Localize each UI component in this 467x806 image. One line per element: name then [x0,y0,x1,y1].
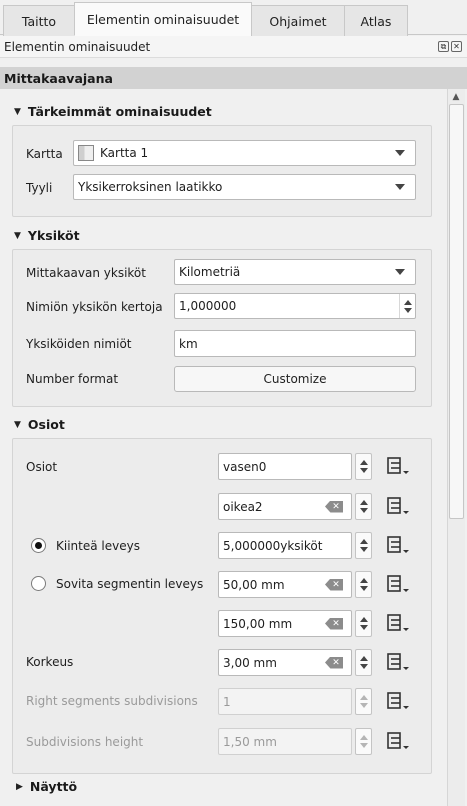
multiplier-value: 1,000000 [179,299,237,313]
label-units-value: km [179,336,198,351]
right-subdivisions-spin[interactable] [355,688,372,715]
chevron-down-icon [395,269,405,275]
scroll-up-icon[interactable]: ▲ [450,92,462,102]
fixed-width-value: 5,000000yksiköt [223,538,323,553]
segments-label: Osiot [26,460,58,474]
group-main-properties-box [12,125,432,217]
fit-max-input[interactable]: 150,00 mm ✕ [218,610,352,637]
data-defined-override-icon[interactable] [384,494,412,518]
group-segments-box [12,438,432,774]
right-subdivisions-value: 1 [223,694,231,709]
data-defined-override-icon[interactable] [384,689,412,713]
fixed-width-radio[interactable] [31,538,46,553]
float-panel-icon[interactable]: ⧉ [438,41,449,52]
subdivisions-height-label: Subdivisions height [26,735,144,749]
map-value: Kartta 1 [100,146,149,160]
spin-buttons[interactable] [399,294,415,318]
expand-triangle-icon: ▶ [16,781,23,792]
clear-icon[interactable]: ✕ [325,656,343,669]
height-input[interactable]: 3,00 mm ✕ [218,649,352,676]
number-format-label: Number format [26,372,119,386]
clear-icon[interactable]: ✕ [325,500,343,513]
label-units-input[interactable]: km [174,330,416,357]
collapse-triangle-icon: ▼ [14,106,21,117]
height-value: 3,00 mm [223,655,277,670]
collapse-triangle-icon: ▼ [14,419,21,430]
data-defined-override-icon[interactable] [384,650,412,674]
height-spin[interactable] [355,649,372,676]
segments-left-spin[interactable] [355,453,372,480]
map-label: Kartta [26,147,63,161]
customize-label: Customize [263,372,327,386]
clear-icon[interactable]: ✕ [325,578,343,591]
close-panel-icon[interactable]: ✕ [451,41,462,52]
segments-left-value: vasen0 [223,459,267,474]
label-units-label: Yksiköiden nimiöt [26,337,132,351]
chevron-down-icon [395,184,405,190]
fit-width-radio[interactable] [31,576,46,591]
group-segments-header[interactable]: ▼ Osiot [14,417,65,432]
chevron-down-icon [395,150,405,156]
fit-max-value: 150,00 mm [223,616,293,631]
tab-label: Atlas [360,13,392,29]
group-title: Näyttö [29,779,78,794]
segments-right-spin[interactable] [355,493,372,520]
scrollbar-thumb[interactable] [449,104,464,519]
tab-label: Taitto [21,13,57,29]
subdivisions-height-input[interactable]: 1,50 mm [218,728,352,755]
collapse-triangle-icon: ▼ [14,230,21,241]
panel-title: Elementin ominaisuudet [4,40,151,54]
scale-units-combo[interactable]: Kilometriä [174,259,416,285]
data-defined-override-icon[interactable] [384,454,412,478]
customize-button[interactable]: Customize [174,366,416,392]
fit-min-spin[interactable] [355,571,372,598]
data-defined-override-icon[interactable] [384,572,412,596]
map-icon [78,145,94,161]
fixed-width-input[interactable]: 5,000000yksiköt [218,532,352,559]
fixed-width-spin[interactable] [355,532,372,559]
style-combo[interactable]: Yksikerroksinen laatikko [73,174,416,200]
right-subdivisions-label: Right segments subdivisions [26,694,198,708]
multiplier-spinbox[interactable]: 1,000000 [174,293,416,319]
panel-titlebar: Elementin ominaisuudet ⧉ ✕ [0,36,467,58]
scale-units-value: Kilometriä [179,265,241,279]
fit-min-input[interactable]: 50,00 mm ✕ [218,571,352,598]
multiplier-label: Nimiön yksikön kertoja [26,300,163,314]
right-subdivisions-input[interactable]: 1 [218,688,352,715]
clear-icon[interactable]: ✕ [325,617,343,630]
tab-layout[interactable]: Taitto [3,5,75,36]
segments-right-value: oikea2 [223,499,263,514]
group-title: Osiot [27,417,65,432]
scale-units-label: Mittakaavan yksiköt [26,266,146,280]
fit-max-spin[interactable] [355,610,372,637]
segments-right-input[interactable]: oikea2 ✕ [218,493,352,520]
group-title: Tärkeimmät ominaisuudet [27,104,212,119]
tab-atlas[interactable]: Atlas [344,5,408,36]
group-display-header[interactable]: ▶ Näyttö [16,779,77,794]
subdivisions-height-value: 1,50 mm [223,734,277,749]
item-type-label: Mittakaavajana [4,71,113,86]
group-title: Yksiköt [27,228,80,243]
data-defined-override-icon[interactable] [384,611,412,635]
group-units-header[interactable]: ▼ Yksiköt [14,228,80,243]
fit-min-value: 50,00 mm [223,577,285,592]
group-main-properties-header[interactable]: ▼ Tärkeimmät ominaisuudet [14,104,212,119]
segments-left-input[interactable]: vasen0 [218,453,352,480]
style-value: Yksikerroksinen laatikko [78,180,223,194]
data-defined-override-icon[interactable] [384,533,412,557]
style-label: Tyyli [26,181,53,195]
height-label: Korkeus [26,655,74,669]
tab-item-properties[interactable]: Elementin ominaisuudet [74,2,252,36]
tab-label: Ohjaimet [269,13,327,29]
fixed-width-label: Kiinteä leveys [56,539,140,553]
map-combo[interactable]: Kartta 1 [73,140,416,166]
fit-width-label: Sovita segmentin leveys [56,577,204,591]
tab-guides[interactable]: Ohjaimet [251,5,345,36]
data-defined-override-icon[interactable] [384,729,412,753]
tab-label: Elementin ominaisuudet [86,11,240,27]
subdivisions-height-spin[interactable] [355,728,372,755]
item-type-header: Mittakaavajana [0,67,467,89]
